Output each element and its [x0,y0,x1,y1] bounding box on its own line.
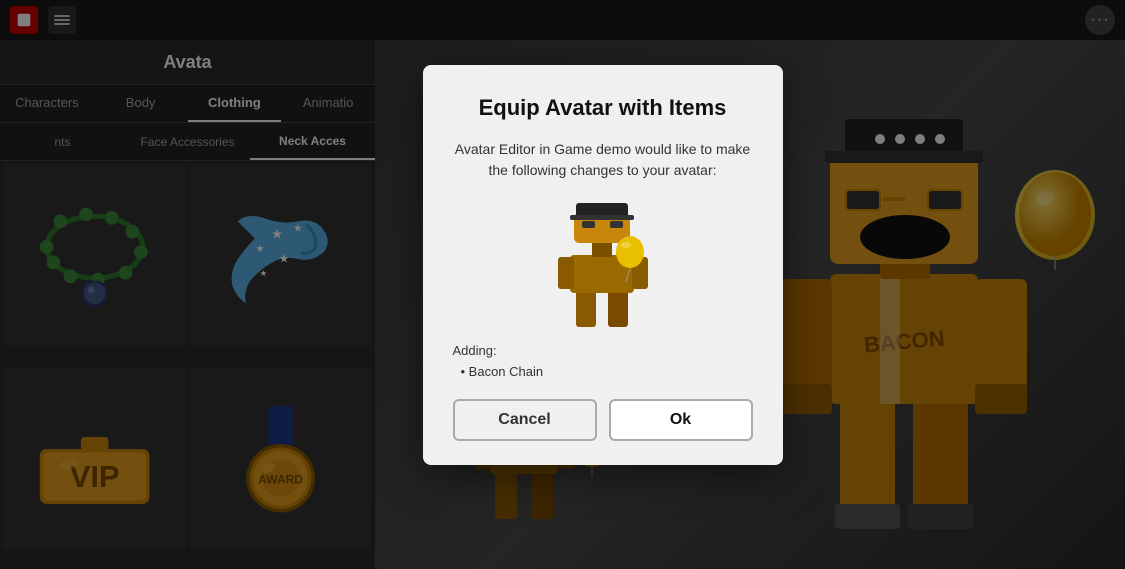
modal-buttons: Cancel Ok [453,399,753,441]
ok-button[interactable]: Ok [609,399,753,441]
cancel-button[interactable]: Cancel [453,399,597,441]
modal-body: Avatar Editor in Game demo would like to… [453,139,753,181]
modal-overlay: Equip Avatar with Items Avatar Editor in… [0,0,1125,569]
modal-adding-label: Adding: [453,343,753,358]
modal-avatar-preview [453,197,753,327]
modal-item-name: Bacon Chain [453,364,753,379]
modal-dialog: Equip Avatar with Items Avatar Editor in… [423,65,783,465]
modal-title: Equip Avatar with Items [453,95,753,121]
